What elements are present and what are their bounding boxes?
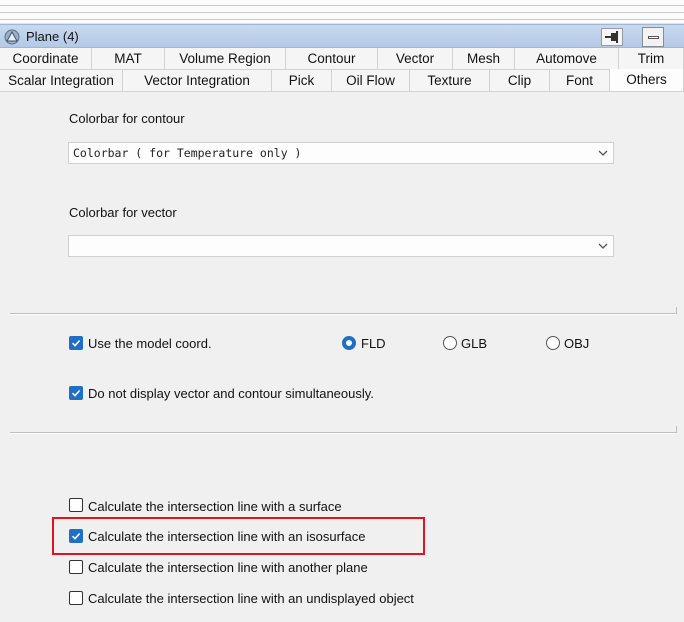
tab-coordinate[interactable]: Coordinate bbox=[0, 48, 92, 70]
intersect-surface-checkbox[interactable] bbox=[69, 498, 83, 512]
tab-volume-region[interactable]: Volume Region bbox=[165, 48, 286, 70]
tab-vector-integration[interactable]: Vector Integration bbox=[123, 70, 272, 92]
chevron-down-icon bbox=[598, 243, 608, 249]
minimize-button[interactable] bbox=[642, 27, 664, 47]
tab-contour[interactable]: Contour bbox=[286, 48, 378, 70]
tab-mat[interactable]: MAT bbox=[92, 48, 165, 70]
separator bbox=[10, 426, 677, 434]
radio-obj-label: OBJ bbox=[564, 336, 590, 351]
tab-oil-flow[interactable]: Oil Flow bbox=[332, 70, 410, 92]
highlight-box bbox=[52, 517, 425, 555]
intersect-undisplayed-label: Calculate the intersection line with an … bbox=[88, 591, 414, 606]
tab-scalar-integration[interactable]: Scalar Integration bbox=[0, 70, 123, 92]
tab-automove[interactable]: Automove bbox=[515, 48, 619, 70]
no-simultaneous-checkbox[interactable] bbox=[69, 386, 83, 400]
tab-pick[interactable]: Pick bbox=[272, 70, 332, 92]
app-logo-icon bbox=[4, 29, 20, 45]
checkmark-icon bbox=[71, 339, 81, 347]
chevron-down-icon bbox=[598, 150, 608, 156]
radio-fld-label: FLD bbox=[361, 336, 386, 351]
tab-others[interactable]: Others bbox=[610, 69, 684, 92]
colorbar-contour-label: Colorbar for contour bbox=[69, 111, 185, 126]
tab-texture[interactable]: Texture bbox=[410, 70, 490, 92]
tab-strip: Coordinate MAT Volume Region Contour Vec… bbox=[0, 48, 684, 92]
use-model-coord-label: Use the model coord. bbox=[88, 336, 212, 351]
intersect-plane-checkbox[interactable] bbox=[69, 560, 83, 574]
intersect-plane-label: Calculate the intersection line with ano… bbox=[88, 560, 368, 575]
radio-fld[interactable] bbox=[342, 336, 356, 350]
tab-mesh[interactable]: Mesh bbox=[453, 48, 515, 70]
no-simultaneous-label: Do not display vector and contour simult… bbox=[88, 386, 374, 401]
colorbar-contour-value: Colorbar ( for Temperature only ) bbox=[73, 146, 302, 160]
tab-vector[interactable]: Vector bbox=[378, 48, 453, 70]
window-titlebar: Plane (4) bbox=[0, 24, 684, 48]
separator bbox=[10, 307, 677, 315]
checkmark-icon bbox=[71, 389, 81, 397]
minimize-icon bbox=[648, 36, 659, 39]
top-strip bbox=[0, 0, 684, 24]
tab-font[interactable]: Font bbox=[550, 70, 610, 92]
intersect-undisplayed-checkbox[interactable] bbox=[69, 591, 83, 605]
radio-glb-label: GLB bbox=[461, 336, 488, 351]
tab-clip[interactable]: Clip bbox=[490, 70, 550, 92]
pin-button[interactable] bbox=[601, 28, 623, 46]
window-title: Plane (4) bbox=[26, 29, 79, 44]
colorbar-contour-select[interactable]: Colorbar ( for Temperature only ) bbox=[68, 142, 614, 164]
radio-obj[interactable] bbox=[546, 336, 560, 350]
colorbar-vector-select[interactable] bbox=[68, 235, 614, 257]
use-model-coord-checkbox[interactable] bbox=[69, 336, 83, 350]
tab-trim[interactable]: Trim bbox=[619, 48, 684, 70]
colorbar-vector-label: Colorbar for vector bbox=[69, 205, 177, 220]
pin-icon bbox=[605, 31, 618, 43]
intersect-surface-label: Calculate the intersection line with a s… bbox=[88, 499, 342, 514]
radio-glb[interactable] bbox=[443, 336, 457, 350]
